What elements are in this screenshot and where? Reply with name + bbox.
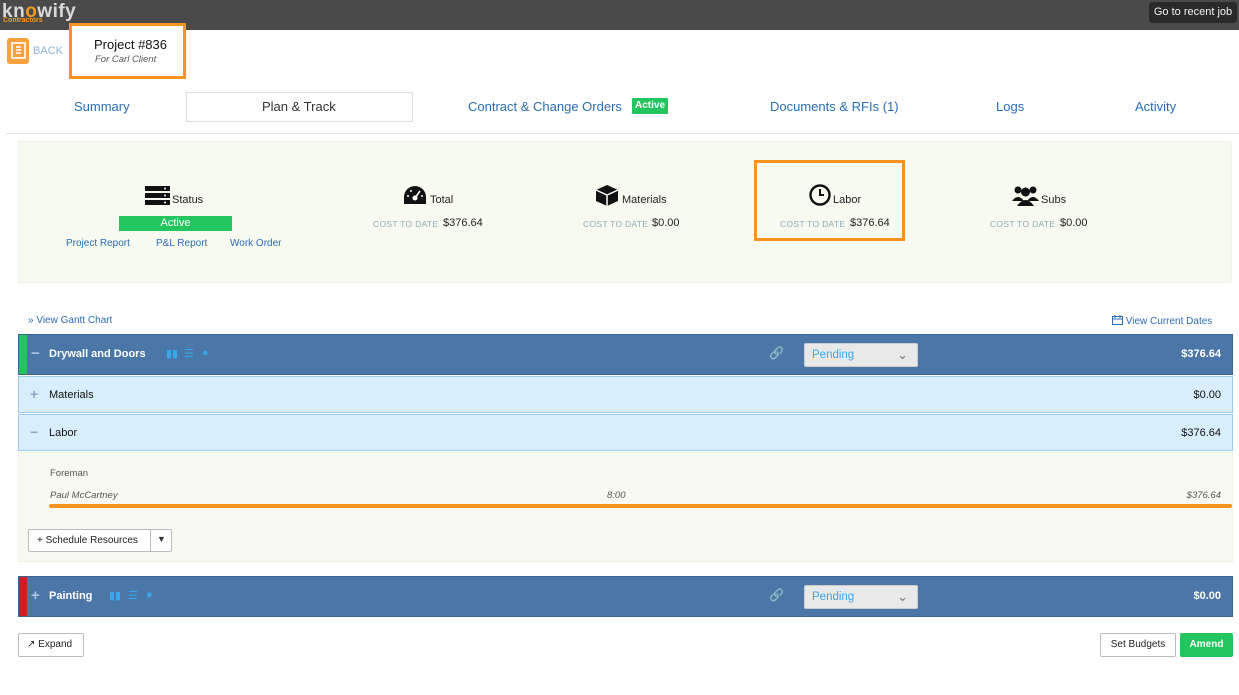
project-title: Project #836 bbox=[94, 37, 167, 52]
expand-button[interactable]: ↗ Expand bbox=[18, 633, 84, 657]
expand-icon[interactable]: + bbox=[30, 386, 38, 402]
labor-hours: 8:00 bbox=[607, 490, 626, 501]
subsection-labor[interactable]: − Labor $376.64 bbox=[18, 414, 1233, 451]
tab-contract-change-orders[interactable]: Contract & Change Orders bbox=[468, 99, 622, 114]
tab-activity[interactable]: Activity bbox=[1135, 99, 1176, 114]
link-icon[interactable]: 🔗 bbox=[769, 346, 784, 360]
labor-cost-value: $376.64 bbox=[850, 217, 890, 229]
work-order-link[interactable]: Work Order bbox=[230, 238, 282, 249]
view-current-dates-link[interactable]: View Current Dates bbox=[1112, 315, 1212, 327]
expand-label-wrap: ↗ Expand bbox=[27, 639, 72, 650]
subsection-name: Materials bbox=[49, 389, 94, 401]
labor-amount: $376.64 bbox=[1186, 490, 1221, 501]
project-report-link[interactable]: Project Report bbox=[66, 238, 130, 249]
logo-text-suffix: wify bbox=[37, 1, 77, 22]
group-name: Painting bbox=[49, 590, 93, 602]
project-title-highlight: Project #836 For Carl Client bbox=[69, 23, 186, 79]
summary-panel bbox=[18, 141, 1232, 283]
users-icon bbox=[1011, 183, 1040, 212]
group-name: Drywall and Doors bbox=[49, 348, 146, 360]
materials-label: Materials bbox=[622, 194, 667, 206]
chevron-down-icon: ⌄ bbox=[897, 347, 908, 362]
button-split-divider bbox=[150, 530, 151, 551]
tabs-divider bbox=[6, 133, 1239, 134]
expand-icon[interactable]: + bbox=[31, 587, 40, 604]
expand-arrows-icon: ↗ bbox=[27, 639, 36, 650]
tab-documents-rfis[interactable]: Documents & RFIs (1) bbox=[770, 99, 899, 114]
caret-down-icon[interactable]: ▼ bbox=[157, 534, 166, 544]
subsection-amount: $0.00 bbox=[1193, 389, 1221, 401]
view-current-dates-label: View Current Dates bbox=[1125, 316, 1213, 327]
status-label: Status bbox=[172, 194, 204, 206]
calendar-icon bbox=[1112, 315, 1126, 327]
tab-plan-and-track[interactable]: Plan & Track bbox=[262, 99, 336, 114]
group-status-value: Pending bbox=[812, 349, 855, 361]
status-badge: Active bbox=[119, 216, 232, 231]
tab-summary[interactable]: Summary bbox=[74, 99, 130, 114]
labor-row-highlight bbox=[49, 504, 1232, 508]
contract-status-badge: Active bbox=[632, 98, 668, 114]
group-status-select[interactable]: Pending ⌄ bbox=[804, 585, 918, 609]
materials-cost-caption: COST TO DATE bbox=[583, 219, 649, 229]
group-amount: $0.00 bbox=[1193, 590, 1221, 602]
amend-button[interactable]: Amend bbox=[1180, 633, 1233, 657]
dashboard-icon bbox=[403, 185, 427, 211]
comments-icon[interactable]: ● bbox=[146, 589, 153, 601]
book-icon[interactable]: ▮▮ bbox=[166, 347, 178, 360]
group-painting[interactable]: + Painting ▮▮ ☰ ● 🔗 Pending ⌄ $0.00 bbox=[18, 576, 1233, 617]
list-icon[interactable]: ☰ bbox=[128, 589, 138, 602]
subs-cost-value: $0.00 bbox=[1060, 217, 1088, 229]
total-label: Total bbox=[430, 194, 454, 206]
pl-report-link[interactable]: P&L Report bbox=[156, 238, 207, 249]
group-drywall-and-doors[interactable]: − Drywall and Doors ▮▮ ☰ ● 🔗 Pending ⌄ $… bbox=[18, 334, 1233, 375]
back-document-icon[interactable] bbox=[7, 38, 29, 64]
collapse-icon[interactable]: − bbox=[30, 424, 38, 440]
link-icon[interactable]: 🔗 bbox=[769, 588, 784, 602]
schedule-resources-button[interactable]: + Schedule Resources ▼ bbox=[28, 529, 172, 552]
schedule-resources-label: + Schedule Resources bbox=[37, 535, 138, 546]
expand-label: Expand bbox=[38, 639, 73, 650]
set-budgets-button[interactable]: Set Budgets bbox=[1100, 633, 1176, 657]
clock-icon bbox=[809, 184, 831, 211]
group-status-stripe bbox=[19, 335, 27, 374]
labor-label: Labor bbox=[833, 194, 862, 206]
total-cost-caption: COST TO DATE bbox=[373, 219, 439, 229]
labor-worker-name[interactable]: Paul McCartney bbox=[50, 490, 118, 501]
group-status-value: Pending bbox=[812, 591, 855, 603]
subs-label: Subs bbox=[1041, 194, 1067, 206]
logo-subtitle: Contractors bbox=[3, 17, 43, 24]
total-cost-value: $376.64 bbox=[443, 217, 483, 229]
comments-icon[interactable]: ● bbox=[202, 347, 209, 359]
group-status-select[interactable]: Pending ⌄ bbox=[804, 343, 918, 367]
subs-cost-caption: COST TO DATE bbox=[990, 219, 1056, 229]
subsection-amount: $376.64 bbox=[1181, 427, 1221, 439]
labor-detail-area: Foreman Paul McCartney 8:00 $376.64 + Sc… bbox=[18, 452, 1233, 562]
project-client: For Carl Client bbox=[95, 54, 157, 65]
collapse-icon[interactable]: − bbox=[31, 345, 40, 362]
book-icon[interactable]: ▮▮ bbox=[109, 589, 121, 602]
view-gantt-chart-link[interactable]: » View Gantt Chart bbox=[28, 315, 112, 326]
subsection-materials[interactable]: + Materials $0.00 bbox=[18, 376, 1233, 413]
go-to-recent-job-button[interactable]: Go to recent job bbox=[1149, 2, 1237, 23]
subsection-name: Labor bbox=[49, 427, 78, 439]
chevron-down-icon: ⌄ bbox=[897, 589, 908, 604]
labor-role: Foreman bbox=[50, 468, 89, 479]
back-link[interactable]: BACK bbox=[33, 45, 63, 57]
labor-cost-caption: COST TO DATE bbox=[780, 219, 846, 229]
tab-logs[interactable]: Logs bbox=[996, 99, 1024, 114]
group-amount: $376.64 bbox=[1181, 348, 1221, 360]
box-icon bbox=[595, 184, 619, 212]
materials-cost-value: $0.00 bbox=[652, 217, 680, 229]
group-status-stripe bbox=[19, 577, 27, 616]
list-icon[interactable]: ☰ bbox=[184, 347, 194, 360]
status-list-icon bbox=[145, 186, 170, 211]
